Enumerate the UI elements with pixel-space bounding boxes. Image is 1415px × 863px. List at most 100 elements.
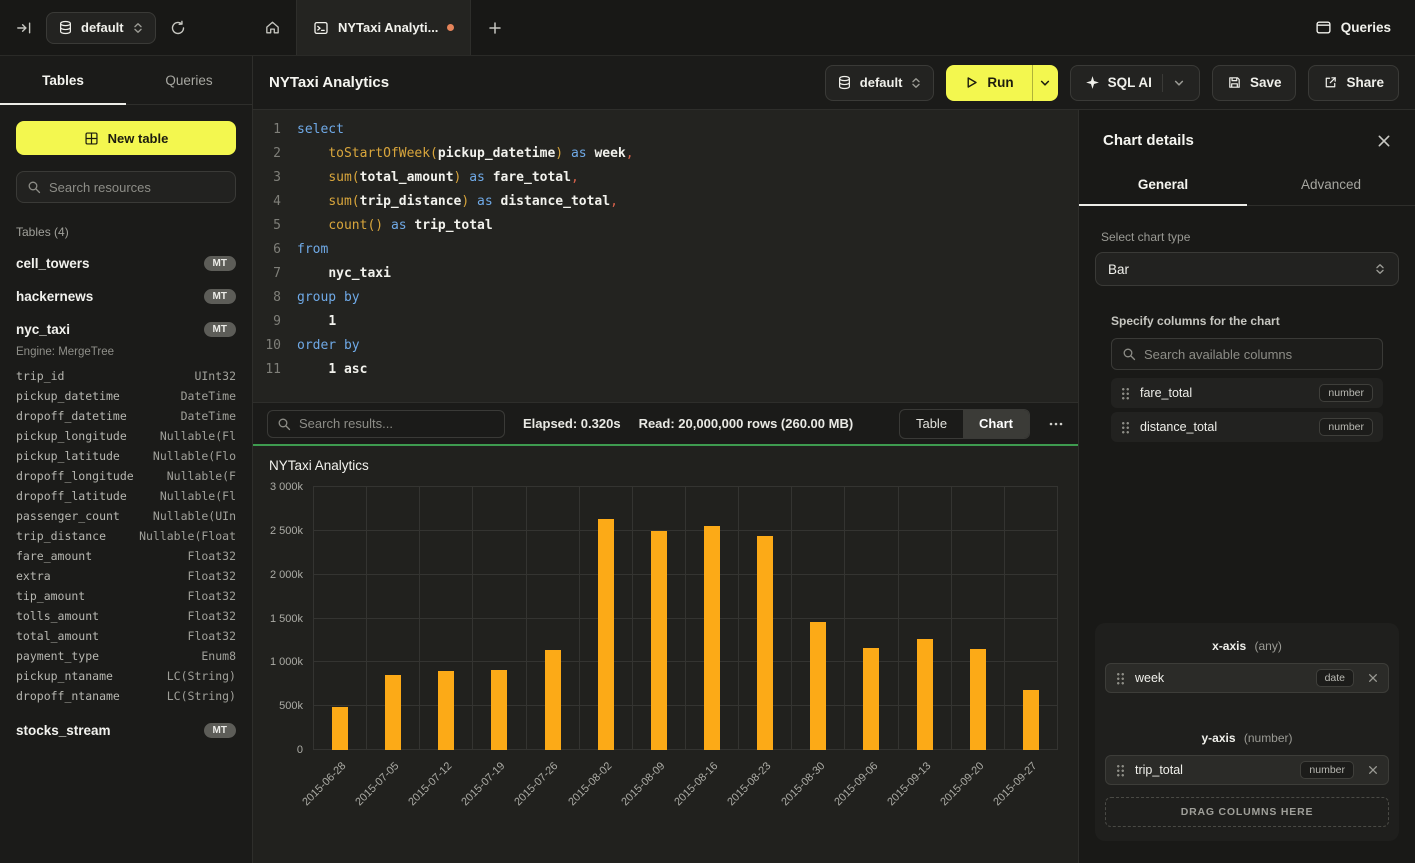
search-results-input[interactable] — [299, 416, 495, 431]
code-line[interactable]: 1select — [253, 118, 1078, 142]
remove-column-button[interactable] — [1368, 673, 1378, 683]
column-type-badge: number — [1300, 761, 1354, 779]
column-name: tip_amount — [16, 589, 85, 603]
run-options-caret[interactable] — [1032, 65, 1058, 101]
bar — [810, 622, 826, 750]
code-line[interactable]: 7 nyc_taxi — [253, 262, 1078, 286]
chart-category-slot — [420, 487, 473, 750]
available-column-row[interactable]: fare_totalnumber — [1111, 378, 1383, 408]
y-axis-column-row[interactable]: trip_total number — [1105, 755, 1389, 785]
chart-panel: NYTaxi Analytics 0500k1 000k1 500k2 000k… — [253, 444, 1078, 863]
tab-advanced[interactable]: Advanced — [1247, 165, 1415, 205]
sidebar-tab-queries[interactable]: Queries — [126, 56, 252, 104]
y-axis-tick-label: 0 — [297, 744, 303, 756]
chart-plot: 0500k1 000k1 500k2 000k2 500k3 000k — [313, 487, 1058, 750]
code-line[interactable]: 3 sum(total_amount) as fare_total, — [253, 166, 1078, 190]
save-button[interactable]: Save — [1212, 65, 1297, 101]
database-selector[interactable]: default — [46, 12, 156, 44]
drag-handle-icon[interactable] — [1116, 672, 1125, 685]
sql-ai-button[interactable]: SQL AI — [1070, 65, 1200, 101]
close-icon — [1377, 134, 1391, 148]
table-row[interactable]: stocks_stream MT — [16, 714, 236, 747]
bar — [385, 675, 401, 750]
chart-type-select[interactable]: Bar — [1095, 252, 1399, 286]
code-text: sum(trip_distance) as distance_total, — [297, 190, 618, 214]
chart-category-slot — [1005, 487, 1058, 750]
x-axis-tick-label: 2015-09-27 — [992, 760, 1040, 808]
database-selector-main[interactable]: default — [825, 65, 935, 101]
columns-search[interactable] — [1111, 338, 1383, 370]
y-axis-header: y-axis (number) — [1105, 731, 1389, 745]
chart-view-button[interactable]: Chart — [963, 410, 1029, 438]
drop-zone[interactable]: DRAG COLUMNS HERE — [1105, 797, 1389, 827]
caret-down-icon[interactable] — [1173, 77, 1185, 89]
available-column-row[interactable]: distance_totalnumber — [1111, 412, 1383, 442]
console-icon — [313, 20, 329, 36]
x-axis-column-row[interactable]: week date — [1105, 663, 1389, 693]
code-line[interactable]: 4 sum(trip_distance) as distance_total, — [253, 190, 1078, 214]
queries-button[interactable]: Queries — [1315, 19, 1391, 36]
code-line[interactable]: 2 toStartOfWeek(pickup_datetime) as week… — [253, 142, 1078, 166]
main-area: NYTaxi Analytics default Run — [253, 56, 1415, 863]
results-search[interactable] — [267, 410, 505, 438]
table-column-row: tip_amountFloat32 — [16, 586, 236, 606]
save-label: Save — [1250, 75, 1282, 90]
code-line[interactable]: 8group by — [253, 286, 1078, 310]
bar — [332, 707, 348, 750]
column-type: Nullable(Float — [139, 529, 236, 543]
code-line[interactable]: 9 1 — [253, 310, 1078, 334]
more-options-button[interactable] — [1048, 416, 1064, 432]
table-column-row: trip_idUInt32 — [16, 366, 236, 386]
column-type: Float32 — [188, 549, 236, 563]
y-axis-tick-label: 2 500k — [270, 525, 303, 537]
tables-tab-label: Tables — [42, 73, 84, 88]
code-line[interactable]: 10order by — [253, 334, 1078, 358]
search-columns-input[interactable] — [1144, 347, 1372, 362]
drag-handle-icon[interactable] — [1116, 764, 1125, 777]
column-type: LC(String) — [167, 689, 236, 703]
run-button[interactable]: Run — [946, 65, 1057, 101]
chart-type-label: Select chart type — [1101, 230, 1399, 244]
table-row[interactable]: hackernews MT — [16, 280, 236, 313]
drag-handle-icon[interactable] — [1121, 421, 1130, 434]
column-name: fare_total — [1140, 386, 1192, 400]
code-line[interactable]: 5 count() as trip_total — [253, 214, 1078, 238]
column-type: Nullable(UIn — [153, 509, 236, 523]
query-tab[interactable]: NYTaxi Analyti... — [296, 0, 471, 55]
sidebar-tab-tables[interactable]: Tables — [0, 56, 126, 104]
column-type: Enum8 — [201, 649, 236, 663]
table-column-row: extraFloat32 — [16, 566, 236, 586]
search-resources-input[interactable] — [49, 180, 225, 195]
tab-general[interactable]: General — [1079, 165, 1247, 205]
chart-category-slot — [314, 487, 367, 750]
collapse-sidebar-button[interactable] — [16, 20, 32, 36]
chart-category-slot — [367, 487, 420, 750]
refresh-button[interactable] — [170, 20, 186, 36]
run-button-main[interactable]: Run — [946, 65, 1031, 101]
close-panel-button[interactable] — [1377, 134, 1391, 148]
home-tab[interactable] — [248, 0, 296, 55]
drag-handle-icon[interactable] — [1121, 387, 1130, 400]
remove-column-button[interactable] — [1368, 765, 1378, 775]
table-view-button[interactable]: Table — [900, 410, 963, 438]
bar — [545, 650, 561, 750]
sql-editor[interactable]: 1select2 toStartOfWeek(pickup_datetime) … — [253, 110, 1078, 402]
chart-category-slot — [473, 487, 526, 750]
queries-tab-label: Queries — [165, 73, 212, 88]
new-table-button[interactable]: New table — [16, 121, 236, 155]
code-line[interactable]: 11 1 asc — [253, 358, 1078, 382]
column-type: DateTime — [181, 389, 236, 403]
axes-config-card: x-axis (any) week date — [1095, 623, 1399, 841]
sidebar-search[interactable] — [16, 171, 236, 203]
code-line[interactable]: 6from — [253, 238, 1078, 262]
column-name: trip_total — [1135, 763, 1183, 777]
bar — [651, 531, 667, 750]
new-tab-button[interactable] — [471, 0, 519, 55]
share-button[interactable]: Share — [1308, 65, 1399, 101]
table-row-expanded[interactable]: nyc_taxi MT — [16, 313, 236, 346]
table-column-row: dropoff_latitudeNullable(Fl — [16, 486, 236, 506]
columns-label: Specify columns for the chart — [1111, 314, 1383, 328]
code-text: 1 — [297, 310, 336, 334]
engine-label: Engine: MergeTree — [16, 346, 236, 358]
table-row[interactable]: cell_towers MT — [16, 247, 236, 280]
